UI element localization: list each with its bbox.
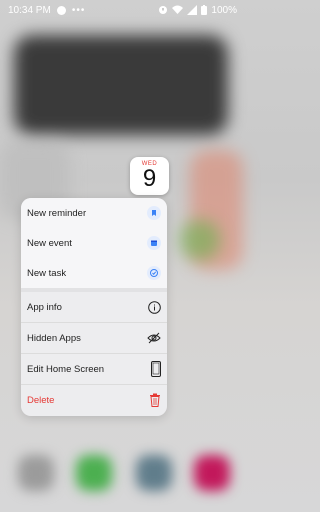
delete-label: Delete xyxy=(27,394,55,406)
more-notifications-icon: ••• xyxy=(71,4,86,16)
status-time: 10:34 PM xyxy=(8,4,51,16)
background-strip-3 xyxy=(180,220,220,260)
reminder-icon xyxy=(147,206,161,220)
battery-icon xyxy=(201,5,208,15)
alarm-icon xyxy=(159,6,168,14)
new-reminder-label: New reminder xyxy=(27,207,87,219)
background-dock-1 xyxy=(18,455,54,491)
calendar-date-label: 9 xyxy=(142,165,157,192)
hidden-apps-item[interactable]: Hidden Apps xyxy=(21,323,167,353)
status-bar: 10:34 PM ••• 100% xyxy=(0,0,243,20)
background-dock-2 xyxy=(76,455,112,491)
info-icon xyxy=(148,300,161,314)
battery-percent: 100% xyxy=(211,4,237,16)
eye-off-icon xyxy=(147,332,161,344)
task-check-icon xyxy=(147,266,161,280)
wifi-icon xyxy=(172,5,184,14)
edit-home-screen-label: Edit Home Screen xyxy=(27,363,105,375)
trash-icon xyxy=(150,393,160,407)
calendar-event-icon xyxy=(147,236,161,250)
new-event-label: New event xyxy=(27,237,72,249)
new-task-label: New task xyxy=(27,267,67,279)
background-dock-3 xyxy=(136,455,172,491)
background-dock-4 xyxy=(194,455,230,491)
background-widget xyxy=(14,35,228,135)
hidden-apps-label: Hidden Apps xyxy=(27,332,81,344)
delete-item[interactable]: Delete xyxy=(21,385,167,415)
app-info-item[interactable]: App info xyxy=(21,292,167,322)
shortcuts-section: New reminder New event New task xyxy=(21,198,167,288)
app-context-menu: New reminder New event New task App info… xyxy=(21,198,167,416)
app-notification-icon xyxy=(56,5,66,15)
new-event-item[interactable]: New event xyxy=(21,228,167,258)
signal-icon xyxy=(187,5,198,15)
app-info-label: App info xyxy=(27,301,62,313)
new-reminder-item[interactable]: New reminder xyxy=(21,198,167,228)
new-task-item[interactable]: New task xyxy=(21,258,167,288)
calendar-app-icon[interactable]: WED 9 xyxy=(130,157,169,195)
phone-icon xyxy=(151,361,161,377)
edit-home-screen-item[interactable]: Edit Home Screen xyxy=(21,354,167,384)
